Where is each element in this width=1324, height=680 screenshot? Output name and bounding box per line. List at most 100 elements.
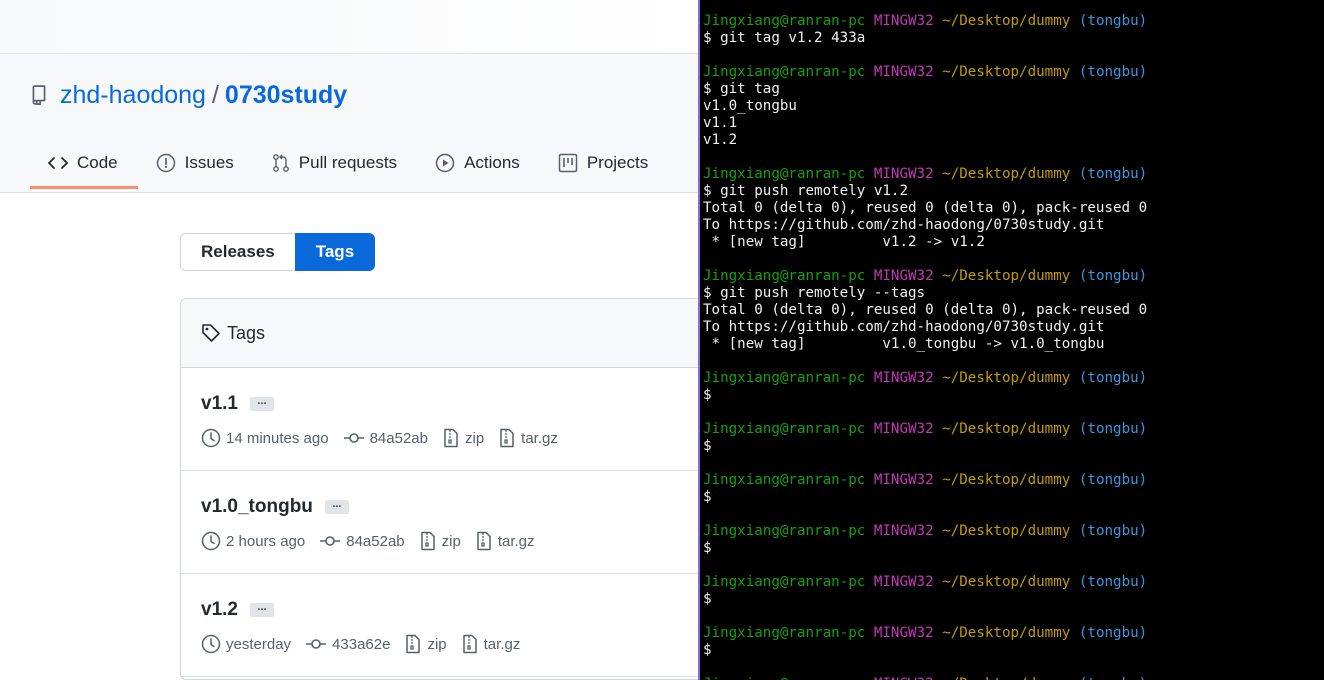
terminal-window[interactable]: Jingxiang@ranran-pc MINGW32 ~/Desktop/du…	[698, 0, 1324, 680]
tab-actions[interactable]: Actions	[417, 140, 540, 186]
terminal-output: Jingxiang@ranran-pc MINGW32 ~/Desktop/du…	[703, 13, 1147, 680]
prompt-branch: (tongbu)	[1078, 625, 1148, 641]
tag-name-link[interactable]: v1.1	[201, 393, 238, 414]
terminal-text-line: To https://github.com/zhd-haodong/0730st…	[703, 319, 1105, 335]
zip-download-link[interactable]: zip	[465, 430, 484, 447]
terminal-text-line: $ git push remotely v1.2	[703, 183, 908, 199]
tab-issues[interactable]: Issues	[138, 140, 254, 186]
prompt-user: Jingxiang@ranran-pc	[703, 523, 866, 539]
terminal-text-line: * [new tag] v1.2 -> v1.2	[703, 234, 985, 250]
terminal-prompt-line: Jingxiang@ranran-pc MINGW32 ~/Desktop/du…	[703, 472, 1147, 489]
prompt-user: Jingxiang@ranran-pc	[703, 472, 866, 488]
tag-message-toggle[interactable]: ...	[249, 601, 274, 617]
file-zip-icon	[420, 531, 435, 551]
tags-button[interactable]: Tags	[294, 233, 376, 271]
prompt-path: ~/Desktop/dummy	[942, 676, 1070, 680]
terminal-prompt-line: Jingxiang@ranran-pc MINGW32 ~/Desktop/du…	[703, 370, 1147, 387]
releases-button[interactable]: Releases	[180, 233, 295, 271]
terminal-prompt-line: Jingxiang@ranran-pc MINGW32 ~/Desktop/du…	[703, 64, 1147, 81]
targz-download-link[interactable]: tar.gz	[498, 533, 535, 550]
file-zip-icon	[462, 634, 477, 654]
terminal-prompt-line: Jingxiang@ranran-pc MINGW32 ~/Desktop/du…	[703, 523, 1147, 540]
tab-pull-requests-label: Pull requests	[298, 153, 398, 172]
prompt-user: Jingxiang@ranran-pc	[703, 268, 866, 284]
prompt-branch: (tongbu)	[1078, 166, 1148, 182]
terminal-text-line: $	[703, 387, 712, 403]
file-zip-icon	[500, 428, 514, 448]
terminal-text-line: Total 0 (delta 0), reused 0 (delta 0), p…	[703, 302, 1148, 318]
tag-row: v1.1... 14 minutes ago 84a52ab zip tar.g…	[181, 368, 698, 471]
git-pull-request-icon	[272, 154, 289, 172]
prompt-path: ~/Desktop/dummy	[942, 625, 1071, 641]
github-tags-page: zhd-haodong / 0730study Code Issues Pull…	[0, 0, 698, 680]
prompt-branch: (tongbu)	[1078, 64, 1148, 80]
zip-download-link[interactable]: zip	[442, 533, 461, 550]
file-zip-icon	[444, 428, 458, 448]
repo-title: zhd-haodong / 0730study	[30, 80, 347, 110]
tag-name-link[interactable]: v1.2	[201, 599, 238, 620]
terminal-text-line: $ git push remotely --tags	[703, 285, 926, 301]
terminal-prompt-line: Jingxiang@ranran-pc MINGW32 ~/Desktop/du…	[703, 166, 1147, 183]
terminal-text-line: $	[703, 540, 712, 556]
prompt-branch: (tongbu)	[1078, 370, 1148, 386]
targz-download-link[interactable]: tar.gz	[484, 636, 521, 653]
tag-message-toggle[interactable]: ...	[324, 498, 349, 514]
releases-tags-toggle: Releases Tags	[180, 233, 376, 271]
tags-box-header: Tags	[181, 299, 698, 368]
tab-projects[interactable]: Projects	[540, 140, 668, 186]
git-commit-icon	[306, 639, 327, 649]
targz-download-link[interactable]: tar.gz	[521, 430, 558, 447]
tag-row: v1.2... yesterday 433a62e zip tar.gz	[181, 574, 698, 677]
prompt-path: ~/Desktop/dummy	[942, 268, 1071, 284]
tag-name-link[interactable]: v1.0_tongbu	[201, 496, 313, 517]
terminal-prompt-line: Jingxiang@ranran-pc MINGW32 ~/Desktop/du…	[703, 421, 1147, 438]
prompt-user: Jingxiang@ranran-pc	[703, 421, 866, 437]
terminal-prompt-line: Jingxiang@ranran-pc MINGW32 ~/Desktop/du…	[703, 574, 1147, 591]
prompt-user: Jingxiang@ranran-pc	[703, 574, 866, 590]
prompt-path: ~/Desktop/dummy	[942, 166, 1071, 182]
commit-sha-link[interactable]: 433a62e	[332, 636, 390, 653]
prompt-user: Jingxiang@ranran-pc	[703, 676, 865, 680]
header-strip	[0, 0, 698, 54]
prompt-path: ~/Desktop/dummy	[942, 370, 1071, 386]
clock-icon	[201, 428, 221, 448]
tab-pull-requests[interactable]: Pull requests	[254, 140, 417, 186]
prompt-user: Jingxiang@ranran-pc	[703, 625, 866, 641]
prompt-user: Jingxiang@ranran-pc	[703, 64, 866, 80]
terminal-text-line: $	[703, 438, 712, 454]
tab-code[interactable]: Code	[30, 140, 138, 189]
terminal-text-line: $	[703, 489, 712, 505]
commit-sha-link[interactable]: 84a52ab	[346, 533, 404, 550]
repo-owner-link[interactable]: zhd-haodong	[60, 81, 206, 110]
tag-time: 2 hours ago	[226, 532, 306, 550]
prompt-system: MINGW32	[873, 166, 934, 182]
prompt-branch: (tongbu)	[1078, 574, 1148, 590]
prompt-path: ~/Desktop/dummy	[942, 574, 1071, 590]
repo-separator: /	[211, 80, 219, 109]
terminal-prompt-line: Jingxiang@ranran-pc MINGW32 ~/Desktop/du…	[703, 268, 1147, 285]
repo-icon	[30, 85, 48, 105]
prompt-system: MINGW32	[873, 64, 934, 80]
prompt-system: MINGW32	[873, 523, 934, 539]
tag-time: 14 minutes ago	[226, 429, 329, 447]
tag-row: v1.0_tongbu... 2 hours ago 84a52ab zip t…	[181, 471, 698, 574]
project-icon	[558, 153, 578, 173]
prompt-system: MINGW32	[873, 421, 934, 437]
terminal-text-line: v1.1	[703, 115, 738, 131]
zip-download-link[interactable]: zip	[427, 636, 446, 653]
git-commit-icon	[343, 433, 364, 443]
tag-message-toggle[interactable]: ...	[249, 395, 274, 411]
prompt-system: MINGW32	[873, 13, 934, 29]
git-commit-icon	[320, 536, 341, 546]
commit-sha-link[interactable]: 84a52ab	[370, 430, 428, 447]
repo-name-link[interactable]: 0730study	[225, 81, 347, 110]
